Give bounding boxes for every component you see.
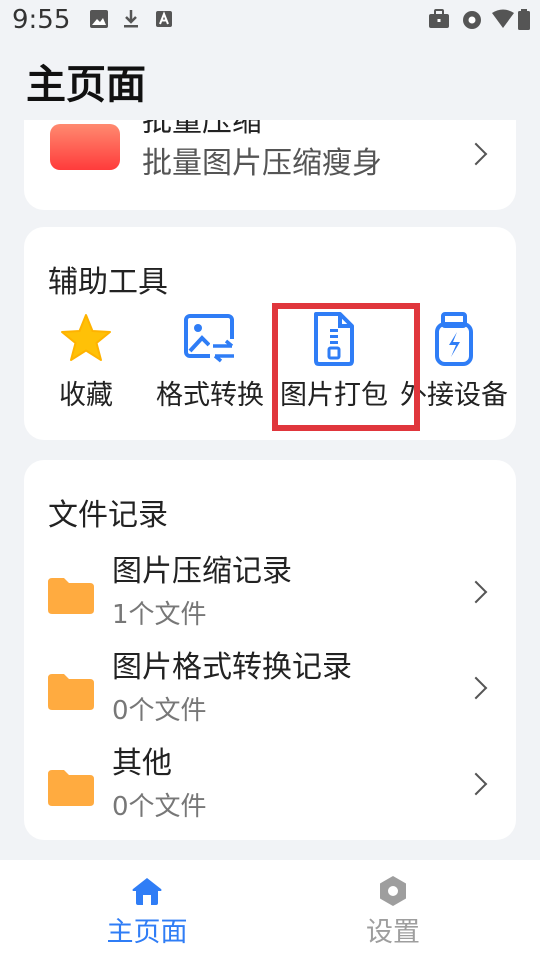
wifi-icon: [492, 9, 514, 28]
batch-compress-subtitle: 批量图片压缩瘦身: [142, 146, 382, 181]
tools-card: 辅助工具 收藏 格式转换 图片打包 外接设备: [24, 227, 516, 440]
record-name: 图片压缩记录: [112, 554, 292, 589]
record-item[interactable]: 其他 0个文件: [24, 738, 516, 828]
records-heading: 文件记录: [48, 498, 168, 533]
chevron-right-icon: [464, 580, 488, 604]
batch-compress-title: 批量压缩: [142, 120, 262, 139]
nav-home[interactable]: 主页面: [47, 860, 247, 960]
image-notification-icon: [90, 10, 108, 28]
folder-icon: [48, 674, 94, 710]
chevron-right-icon: [464, 772, 488, 796]
page-title: 主页面: [26, 62, 146, 108]
tool-label: 收藏: [59, 380, 113, 411]
record-name: 其他: [112, 746, 172, 781]
batch-compress-card[interactable]: 批量压缩 批量图片压缩瘦身: [24, 120, 516, 210]
work-profile-icon: [429, 9, 449, 28]
home-icon: [132, 878, 162, 905]
bottom-nav: 主页面 设置: [0, 860, 540, 960]
folder-icon: [48, 770, 94, 806]
record-item[interactable]: 图片压缩记录 1个文件: [24, 546, 516, 636]
highlight-box: [272, 303, 420, 431]
status-time: 9:55: [12, 5, 71, 35]
settings-icon: [380, 876, 406, 906]
star-icon: [61, 314, 111, 361]
tool-label: 格式转换: [156, 380, 264, 411]
nav-settings-label: 设置: [366, 917, 420, 948]
records-card: 文件记录 图片压缩记录 1个文件 图片格式转换记录 0个文件 其他 0个文件: [24, 460, 516, 840]
main-scroll-area[interactable]: 批量压缩 批量图片压缩瘦身 辅助工具 收藏 格式转换 图片打包 外接设备 文件记…: [0, 120, 540, 860]
nav-home-label: 主页面: [106, 917, 188, 948]
record-name: 图片格式转换记录: [112, 650, 352, 685]
status-bar: 9:55: [0, 0, 540, 40]
settings-status-icon: [463, 11, 481, 29]
download-icon: [124, 10, 138, 28]
tool-format-convert[interactable]: 格式转换: [150, 311, 270, 421]
tools-heading: 辅助工具: [48, 265, 168, 300]
folder-icon: [48, 578, 94, 614]
record-item[interactable]: 图片格式转换记录 0个文件: [24, 642, 516, 732]
battery-icon: [518, 9, 530, 30]
record-count: 0个文件: [112, 696, 207, 726]
chevron-right-icon: [464, 142, 488, 166]
record-count: 1个文件: [112, 600, 207, 630]
tool-favorites[interactable]: 收藏: [26, 311, 146, 421]
chevron-right-icon: [464, 676, 488, 700]
record-count: 0个文件: [112, 792, 207, 822]
image-convert-icon: [184, 314, 236, 363]
text-notification-icon: [156, 11, 172, 27]
batch-compress-thumbnail: [50, 124, 120, 170]
usb-drive-icon: [435, 312, 473, 366]
nav-settings[interactable]: 设置: [293, 860, 493, 960]
